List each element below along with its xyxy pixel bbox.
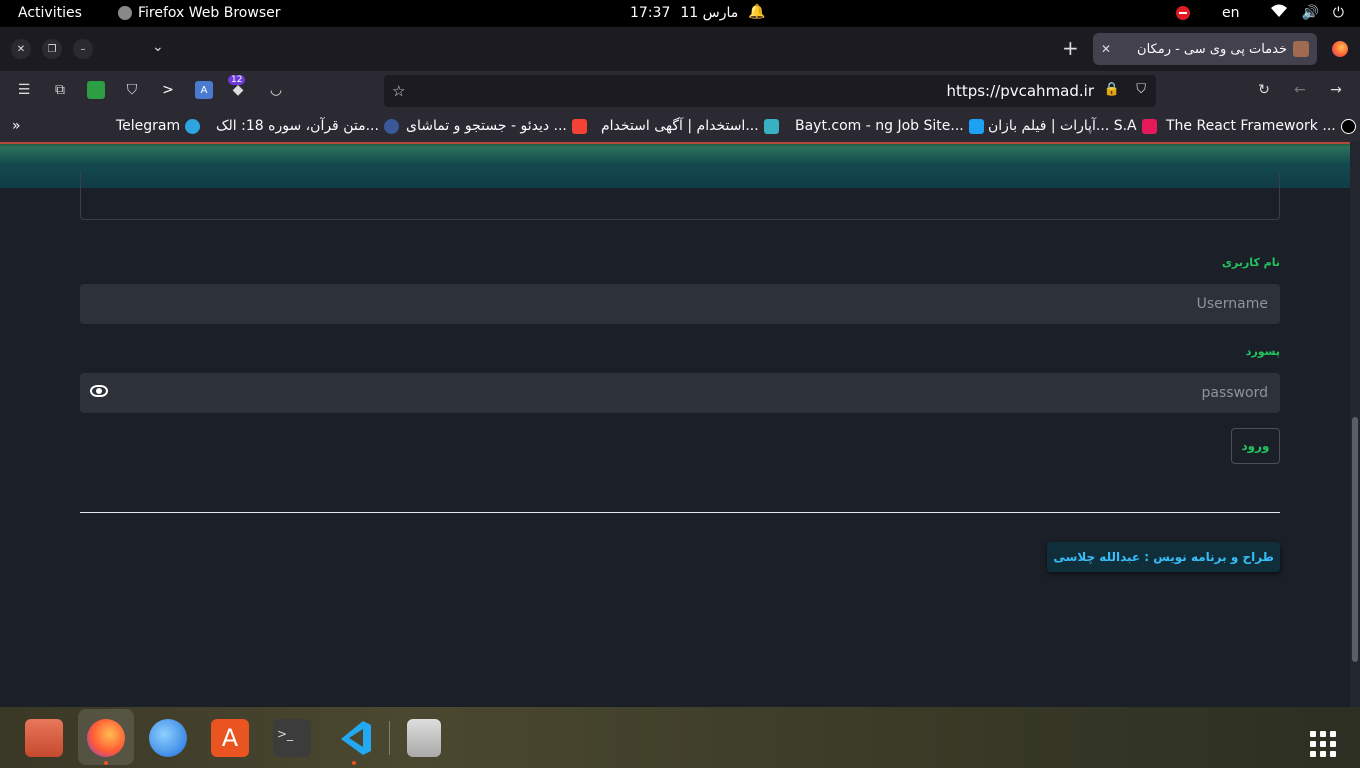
aparat-icon bbox=[1141, 118, 1157, 134]
firefox-small-icon bbox=[118, 6, 132, 20]
extensions-icon[interactable]: ⧉ bbox=[51, 81, 69, 99]
tab-pvcahmad[interactable]: خدمات پی وی سی - رمکان ✕ bbox=[1093, 33, 1317, 65]
bookmarks-toolbar: » The React Framework ... آپارات | فیلم … bbox=[0, 111, 1360, 142]
login-button[interactable]: ورود bbox=[1231, 428, 1280, 464]
quran-site-icon bbox=[383, 118, 399, 134]
firefox-view-icon[interactable] bbox=[1332, 41, 1348, 57]
telegram-icon bbox=[185, 118, 201, 134]
dock-separator bbox=[389, 721, 390, 755]
menu-icon[interactable]: ☰ bbox=[15, 81, 33, 99]
show-apps-grid-icon[interactable] bbox=[1310, 731, 1336, 757]
list-tabs-chevron-icon[interactable]: ⌄ bbox=[152, 39, 164, 55]
previous-field-box bbox=[80, 172, 1280, 220]
extension-badge: 12 bbox=[228, 75, 246, 85]
clock[interactable]: 17:37 مارس 11 bbox=[630, 5, 738, 21]
site-favicon-icon bbox=[1293, 41, 1309, 57]
divider bbox=[80, 512, 1280, 513]
close-window-icon[interactable]: ✕ bbox=[11, 39, 31, 59]
vscode-icon[interactable] bbox=[335, 719, 373, 757]
tab-title: خدمات پی وی سی - رمکان bbox=[1137, 41, 1287, 57]
login-button-label: ورود bbox=[1241, 439, 1270, 453]
bookmark-label: Bayt.com - ng Job Site... bbox=[795, 118, 964, 134]
minimize-window-icon[interactable]: – bbox=[73, 39, 93, 59]
bookmark-label: متن قرآن، سوره 18: الک... bbox=[216, 118, 379, 134]
username-placeholder: Username bbox=[1196, 296, 1268, 312]
running-indicator bbox=[104, 761, 108, 765]
password-placeholder: password bbox=[1201, 385, 1268, 401]
app-name: Firefox Web Browser bbox=[138, 5, 281, 21]
app-menu[interactable]: Firefox Web Browser bbox=[118, 5, 281, 21]
page-scrollbar[interactable] bbox=[1350, 142, 1360, 707]
back-icon[interactable]: → bbox=[1327, 81, 1345, 99]
clock-date: مارس 11 bbox=[680, 5, 739, 21]
volume-icon[interactable]: 🔊 bbox=[1301, 5, 1318, 21]
eye-icon[interactable] bbox=[90, 385, 108, 397]
bookmark-item[interactable]: Bayt.com - ng Job Site... bbox=[795, 118, 984, 134]
terminal-icon[interactable]: >_ bbox=[273, 719, 311, 757]
trash-icon[interactable] bbox=[407, 719, 441, 757]
bookmark-item[interactable]: آپارات | فیلم بازان... S.A bbox=[988, 118, 1157, 134]
bookmark-label: دیدئو - جستجو و تماشای ... bbox=[406, 118, 567, 134]
url-text[interactable]: https://pvcahmad.ir bbox=[946, 82, 1094, 100]
bookmark-item[interactable]: Telegram bbox=[116, 118, 201, 134]
bookmark-label: Telegram bbox=[116, 118, 181, 134]
firefox-icon[interactable] bbox=[87, 719, 125, 757]
bayt-icon bbox=[968, 118, 984, 134]
bookmark-item[interactable]: دیدئو - جستجو و تماشای ... bbox=[406, 118, 587, 134]
lock-icon[interactable]: 🔒 bbox=[1104, 82, 1120, 97]
system-top-bar: Activities Firefox Web Browser 17:37 مار… bbox=[0, 0, 1360, 27]
app-center-icon[interactable]: A bbox=[211, 719, 249, 757]
thunderbird-icon[interactable] bbox=[149, 719, 187, 757]
new-tab-icon[interactable]: + bbox=[1062, 36, 1079, 60]
jobinja-icon bbox=[763, 118, 779, 134]
dock: A >_ bbox=[0, 707, 1360, 768]
password-label: پسورد bbox=[1245, 345, 1280, 358]
scrollbar-thumb[interactable] bbox=[1352, 417, 1358, 662]
power-icon[interactable]: ⏻ bbox=[1333, 5, 1344, 21]
bookmark-label: استخدام | آگهی استخدام... bbox=[601, 118, 759, 134]
credit-text: طراح و برنامه نویس : عبدالله چلاسی bbox=[1053, 550, 1274, 564]
web-page: نام کاربری Username پسورد password ورود … bbox=[0, 142, 1350, 707]
address-bar[interactable]: ☆ https://pvcahmad.ir 🔒 ⛉ bbox=[384, 75, 1156, 107]
bookmark-item[interactable]: The React Framework ... bbox=[1166, 118, 1356, 134]
clock-time: 17:37 bbox=[630, 5, 671, 21]
tracking-protection-icon[interactable]: ⛉ bbox=[1136, 82, 1146, 97]
notification-bell-icon[interactable]: 🔔 bbox=[748, 4, 765, 20]
forward-icon[interactable]: ← bbox=[1291, 81, 1309, 99]
running-indicator bbox=[352, 761, 356, 765]
navigation-bar: ☰ ⧉ ⛉ > A ◆ 12 ◡ ☆ https://pvcahmad.ir 🔒… bbox=[0, 71, 1360, 111]
pocket-icon[interactable]: ◡ bbox=[267, 81, 285, 99]
shield-extension-icon[interactable]: ⛉ bbox=[123, 81, 141, 99]
translate-icon[interactable]: A bbox=[195, 81, 213, 99]
bookmark-item[interactable]: استخدام | آگهی استخدام... bbox=[601, 118, 779, 134]
extension-green-icon[interactable] bbox=[87, 81, 105, 99]
arrow-extension-icon[interactable]: > bbox=[159, 81, 177, 99]
bookmark-label: آپارات | فیلم بازان... S.A bbox=[988, 118, 1137, 134]
wifi-icon[interactable] bbox=[1271, 4, 1288, 22]
nextjs-icon bbox=[1340, 118, 1356, 134]
bookmark-star-icon[interactable]: ☆ bbox=[392, 82, 405, 100]
designer-credit: طراح و برنامه نویس : عبدالله چلاسی bbox=[1047, 542, 1280, 572]
password-input[interactable]: password bbox=[80, 373, 1280, 413]
restore-window-icon[interactable]: ❐ bbox=[42, 39, 62, 59]
tab-strip: ✕ ❐ – ⌄ + خدمات پی وی سی - رمکان ✕ bbox=[0, 27, 1360, 71]
reload-icon[interactable]: ↻ bbox=[1255, 81, 1273, 99]
close-tab-icon[interactable]: ✕ bbox=[1101, 42, 1111, 56]
activities-button[interactable]: Activities bbox=[18, 5, 82, 21]
username-input[interactable]: Username bbox=[80, 284, 1280, 324]
bookmark-item[interactable]: متن قرآن، سوره 18: الک... bbox=[216, 118, 399, 134]
username-label: نام کاربری bbox=[1221, 256, 1280, 269]
language-indicator[interactable]: en bbox=[1222, 5, 1240, 21]
bookmark-label: The React Framework ... bbox=[1166, 118, 1336, 134]
files-icon[interactable] bbox=[25, 719, 63, 757]
video-site-icon bbox=[571, 118, 587, 134]
more-bookmarks-chevron-icon[interactable]: » bbox=[12, 118, 21, 134]
do-not-disturb-icon[interactable] bbox=[1175, 6, 1190, 20]
